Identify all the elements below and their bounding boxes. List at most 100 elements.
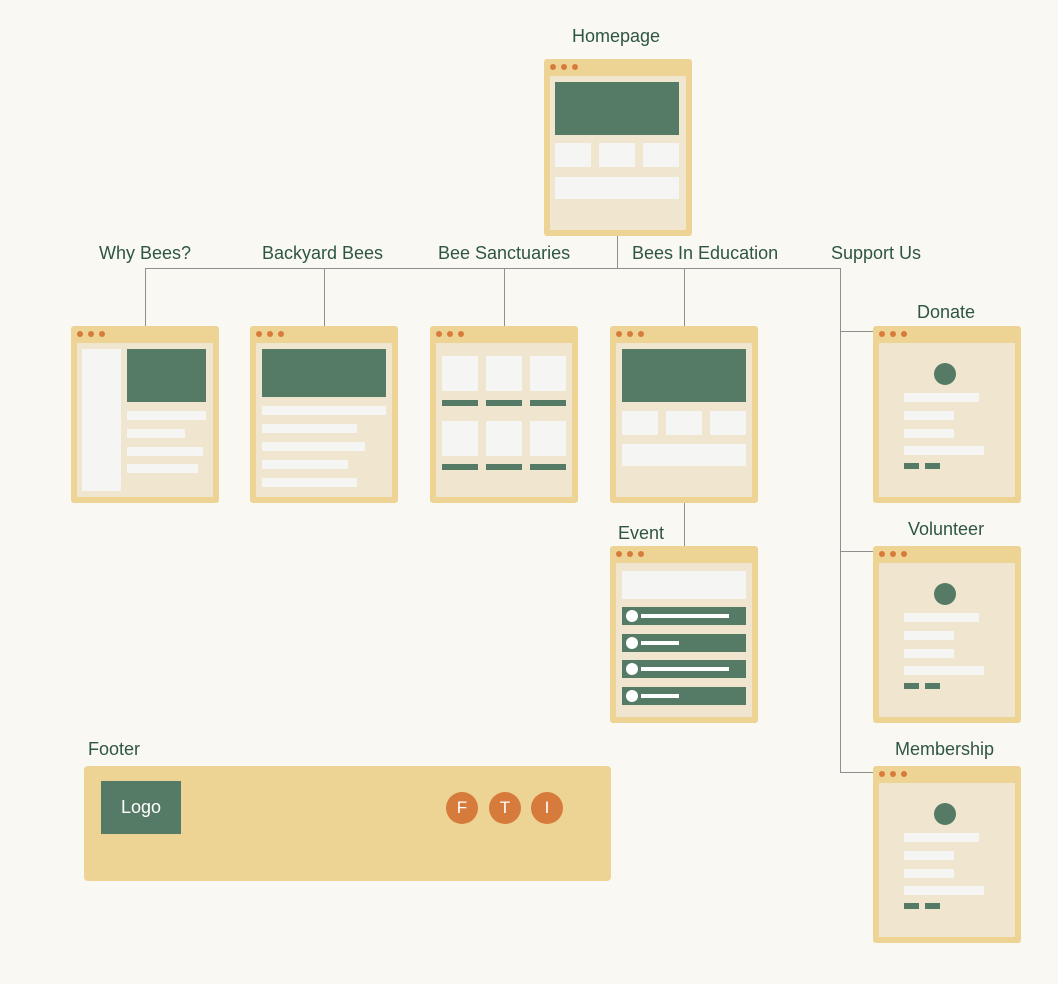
card-caption xyxy=(442,464,478,470)
grid-card xyxy=(442,421,478,456)
form-field xyxy=(904,833,979,842)
connector-bees-in-education xyxy=(684,268,685,326)
form-field xyxy=(904,649,954,658)
hero-block xyxy=(127,349,206,402)
support-us-label: Support Us xyxy=(831,243,922,263)
text-line xyxy=(127,411,206,420)
instagram-icon: I xyxy=(531,792,563,824)
form-field xyxy=(904,429,954,438)
avatar-circle xyxy=(934,583,956,605)
form-field xyxy=(904,851,954,860)
content-bar xyxy=(622,444,746,466)
content-block xyxy=(599,143,635,167)
form-field xyxy=(904,886,984,895)
connector-why-bees xyxy=(145,268,146,326)
text-line xyxy=(127,429,185,438)
hero-block xyxy=(262,349,386,397)
grid-card xyxy=(530,421,566,456)
wireframe-screen xyxy=(77,343,213,497)
form-button xyxy=(925,683,940,689)
text-line xyxy=(127,464,198,473)
hero-block xyxy=(555,82,679,135)
wireframe-screen xyxy=(616,563,752,717)
bee-sanctuaries-label: Bee Sanctuaries xyxy=(438,243,571,263)
wireframe-screen xyxy=(436,343,572,497)
connector-event xyxy=(684,502,685,546)
grid-card xyxy=(486,356,522,391)
content-bar xyxy=(555,177,679,199)
wireframe-screen xyxy=(256,343,392,497)
connector-volunteer xyxy=(840,551,873,552)
wireframe-screen xyxy=(879,563,1015,717)
volunteer-label: Volunteer xyxy=(908,519,985,539)
event-row xyxy=(622,607,746,625)
twitter-icon: T xyxy=(489,792,521,824)
text-line xyxy=(262,424,357,433)
grid-card xyxy=(442,356,478,391)
text-line xyxy=(262,406,386,415)
card-caption xyxy=(486,464,522,470)
footer-wireframe: Logo F T I xyxy=(84,766,611,881)
content-block xyxy=(555,143,591,167)
connector-donate xyxy=(840,331,873,332)
avatar-circle xyxy=(934,803,956,825)
bees-in-education-wireframe xyxy=(610,326,758,503)
footer-label: Footer xyxy=(88,739,141,759)
membership-label: Membership xyxy=(895,739,995,759)
card-caption xyxy=(486,400,522,406)
avatar-circle xyxy=(934,363,956,385)
event-label: Event xyxy=(618,523,665,543)
donate-wireframe xyxy=(873,326,1021,503)
why-bees-label: Why Bees? xyxy=(99,243,192,263)
text-line xyxy=(262,442,365,451)
volunteer-wireframe xyxy=(873,546,1021,723)
form-field xyxy=(904,631,954,640)
grid-card xyxy=(530,356,566,391)
text-line xyxy=(262,460,348,469)
text-line xyxy=(127,447,203,456)
header-block xyxy=(622,571,746,599)
wireframe-screen xyxy=(616,343,752,497)
form-field xyxy=(904,411,954,420)
form-button xyxy=(925,463,940,469)
backyard-bees-wireframe xyxy=(250,326,398,503)
card-caption xyxy=(530,400,566,406)
connector-backyard-bees xyxy=(324,268,325,326)
form-field xyxy=(904,393,979,402)
connector-homepage-stem xyxy=(617,235,618,269)
content-block xyxy=(643,143,679,167)
event-row xyxy=(622,687,746,705)
event-wireframe xyxy=(610,546,758,723)
content-block xyxy=(666,411,702,435)
form-field xyxy=(904,666,984,675)
form-button xyxy=(904,683,919,689)
event-row xyxy=(622,660,746,678)
bee-sanctuaries-wireframe xyxy=(430,326,578,503)
wireframe-screen xyxy=(550,76,686,230)
connector-membership xyxy=(840,772,873,773)
form-field xyxy=(904,869,954,878)
form-button xyxy=(925,903,940,909)
membership-wireframe xyxy=(873,766,1021,943)
wireframe-screen xyxy=(879,343,1015,497)
form-field xyxy=(904,613,979,622)
connector-bee-sanctuaries xyxy=(504,268,505,326)
content-block xyxy=(622,411,658,435)
connector-main-branch xyxy=(145,268,841,269)
card-caption xyxy=(442,400,478,406)
hero-block xyxy=(622,349,746,402)
form-button xyxy=(904,463,919,469)
why-bees-wireframe xyxy=(71,326,219,503)
donate-label: Donate xyxy=(917,302,976,322)
facebook-icon: F xyxy=(446,792,478,824)
homepage-wireframe xyxy=(544,59,692,236)
sidebar-block xyxy=(82,349,121,491)
connector-support-us-vertical xyxy=(840,268,841,773)
footer-logo: Logo xyxy=(101,781,181,834)
content-block xyxy=(710,411,746,435)
homepage-label: Homepage xyxy=(572,26,661,46)
bees-in-education-label: Bees In Education xyxy=(632,243,779,263)
backyard-bees-label: Backyard Bees xyxy=(262,243,384,263)
grid-card xyxy=(486,421,522,456)
event-row xyxy=(622,634,746,652)
